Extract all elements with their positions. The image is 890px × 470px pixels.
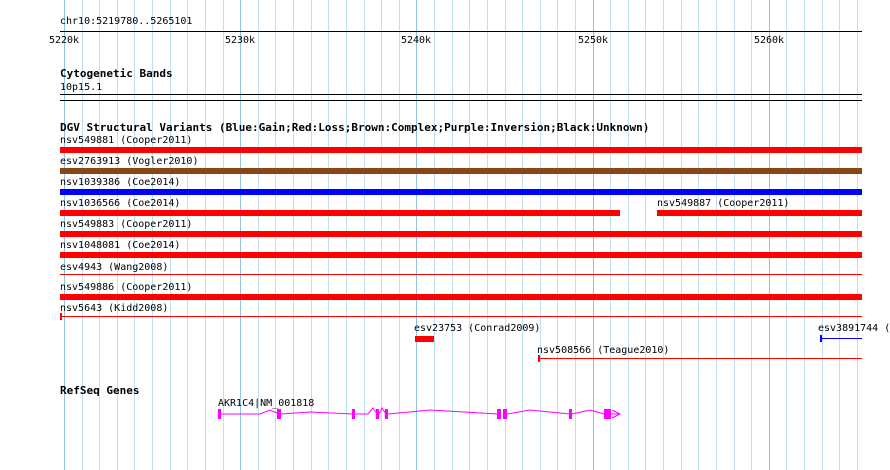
variant-line-loss[interactable] xyxy=(60,316,862,317)
variant-start-tick xyxy=(60,313,62,320)
ruler-tick-label: 5250k xyxy=(577,35,609,46)
variant-bar-loss[interactable] xyxy=(60,147,862,153)
cytoband-top-line xyxy=(60,94,862,95)
range-label: chr10:5219780..5265101 xyxy=(60,16,193,27)
variant-label[interactable]: nsv549883 (Cooper2011) xyxy=(60,219,192,230)
refseq-track-title: RefSeq Genes xyxy=(60,384,140,397)
variant-label[interactable]: nsv549887 (Cooper2011) xyxy=(657,198,789,209)
variant-label[interactable]: nsv508566 (Teague2010) xyxy=(537,345,669,356)
variant-bar-loss[interactable] xyxy=(60,210,620,216)
cytoband-label: 10p15.1 xyxy=(60,82,103,93)
ruler-tick-label: 5240k xyxy=(400,35,432,46)
variant-label[interactable]: esv3891744 ( xyxy=(818,323,890,334)
variant-label[interactable]: nsv549881 (Cooper2011) xyxy=(60,135,192,146)
dgv-track-title: DGV Structural Variants (Blue:Gain;Red:L… xyxy=(60,121,650,134)
variant-label[interactable]: nsv549886 (Cooper2011) xyxy=(60,282,192,293)
cytoband-bottom-line xyxy=(60,100,862,101)
variant-bar-gain[interactable] xyxy=(60,189,862,195)
variant-label[interactable]: esv23753 (Conrad2009) xyxy=(414,323,540,334)
variant-start-tick xyxy=(538,355,540,362)
variant-bar-loss[interactable] xyxy=(60,231,862,237)
variant-start-tick xyxy=(820,335,822,342)
gene-model-akr1c4[interactable] xyxy=(0,400,890,430)
variant-line-loss[interactable] xyxy=(60,274,862,275)
variant-label[interactable]: nsv1039386 (Coe2014) xyxy=(60,177,180,188)
variant-bar-loss[interactable] xyxy=(60,252,862,258)
variant-bar-complex[interactable] xyxy=(60,168,862,174)
cytoband-track-title: Cytogenetic Bands xyxy=(60,67,173,80)
variant-label[interactable]: nsv5643 (Kidd2008) xyxy=(60,303,168,314)
ruler-axis xyxy=(60,31,862,32)
variant-label[interactable]: nsv1036566 (Coe2014) xyxy=(60,198,180,209)
ruler-tick-label: 5220k xyxy=(48,35,80,46)
variant-label[interactable]: nsv1048081 (Coe2014) xyxy=(60,240,180,251)
variant-bar-loss[interactable] xyxy=(60,294,862,300)
variant-line-gain[interactable] xyxy=(820,338,862,339)
variant-bar-loss[interactable] xyxy=(657,210,862,216)
variant-line-loss[interactable] xyxy=(538,358,862,359)
variant-bar-loss[interactable] xyxy=(415,336,434,342)
ruler-tick-label: 5260k xyxy=(753,35,785,46)
variant-label[interactable]: esv4943 (Wang2008) xyxy=(60,262,168,273)
variant-label[interactable]: esv2763913 (Vogler2010) xyxy=(60,156,198,167)
ruler-tick-label: 5230k xyxy=(224,35,256,46)
genome-browser-view: chr10:5219780..5265101 5220k 5230k 5240k… xyxy=(0,0,890,470)
